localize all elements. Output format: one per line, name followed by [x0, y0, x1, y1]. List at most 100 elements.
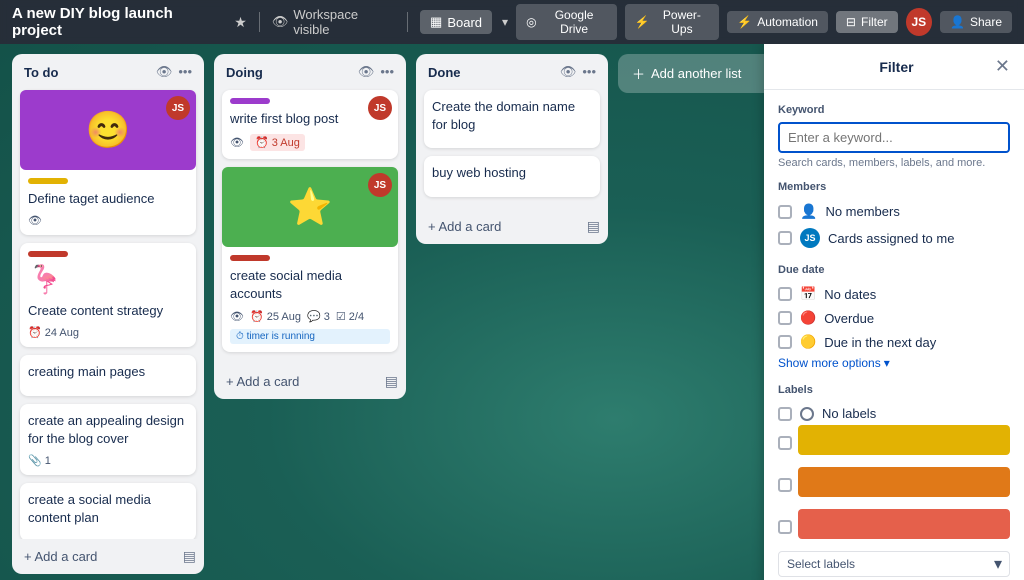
yellow-label-swatch[interactable]: [798, 425, 1010, 455]
card-title: buy web hosting: [432, 164, 592, 182]
keyword-input[interactable]: [778, 122, 1010, 153]
card-title: Define taget audience: [28, 190, 188, 208]
red-label-row[interactable]: [778, 509, 1010, 545]
card[interactable]: ⭐create social media accountsJS👁⏰ 25 Aug…: [222, 167, 398, 351]
filter-button[interactable]: ⊟ Filter: [836, 11, 898, 33]
card-label: [230, 98, 270, 104]
template-icon[interactable]: ▤: [385, 373, 398, 390]
overdue-checkbox[interactable]: [778, 311, 792, 325]
add-list-button[interactable]: ＋ Add another list: [618, 54, 778, 93]
no-labels-option[interactable]: No labels: [778, 402, 1010, 425]
no-dates-label: No dates: [824, 287, 876, 302]
list-title: To do: [24, 65, 156, 80]
list-header-done: Done 👁 •••: [416, 54, 608, 86]
keyword-label: Keyword: [778, 104, 1010, 116]
card-avatar: JS: [368, 173, 392, 197]
card[interactable]: create an appealing design for the blog …: [20, 404, 196, 475]
template-icon[interactable]: ▤: [183, 548, 196, 565]
board-icon: ▦: [430, 14, 442, 30]
card-watch-icon: 👁: [230, 136, 244, 149]
eye-icon[interactable]: 👁: [358, 64, 375, 80]
google-drive-button[interactable]: ◎ Google Drive: [516, 4, 617, 40]
card[interactable]: 😊Define taget audienceJS👁: [20, 90, 196, 235]
more-icon[interactable]: •••: [380, 64, 394, 80]
select-labels-dropdown[interactable]: Select labels: [778, 551, 1010, 577]
members-label: Members: [778, 181, 1010, 193]
no-dates-option[interactable]: 📅 No dates: [778, 282, 1010, 306]
eye-icon[interactable]: 👁: [560, 64, 577, 80]
automation-button[interactable]: ⚡ Automation: [727, 11, 828, 33]
card-title: Create content strategy: [28, 302, 188, 320]
no-members-label: No members: [825, 204, 899, 219]
chevron-down-icon[interactable]: ▾: [502, 15, 508, 29]
no-labels-checkbox[interactable]: [778, 407, 792, 421]
card-label: [28, 178, 68, 184]
more-icon[interactable]: •••: [178, 64, 192, 80]
board-view-button[interactable]: ▦ Board: [420, 10, 492, 34]
board-label: Board: [447, 15, 482, 30]
orange-label-swatch[interactable]: [798, 467, 1010, 497]
template-icon[interactable]: ▤: [587, 218, 600, 235]
add-card-button[interactable]: + Add a card: [20, 545, 101, 568]
red-label-swatch[interactable]: [798, 509, 1010, 539]
yellow-label-row[interactable]: [778, 425, 1010, 461]
card-date: ⏰ 24 Aug: [28, 326, 79, 339]
filter-close-button[interactable]: ✕: [995, 56, 1010, 77]
share-button[interactable]: 👤 Share: [940, 11, 1012, 33]
card-watch-icon: 👁: [230, 310, 244, 323]
no-members-option[interactable]: 👤 No members: [778, 199, 1010, 224]
filter-icon: ⊟: [846, 15, 856, 29]
card-meta: ⏰ 24 Aug: [28, 326, 188, 339]
add-card-button[interactable]: + Add a card: [222, 370, 303, 393]
plus-icon: ＋: [632, 64, 645, 83]
no-label-icon: [800, 407, 814, 421]
orange-label-checkbox[interactable]: [778, 478, 792, 492]
power-ups-button[interactable]: ⚡ Power-Ups: [625, 4, 720, 40]
next-day-option[interactable]: 🟡 Due in the next day: [778, 330, 1010, 354]
cards-assigned-checkbox[interactable]: [778, 231, 792, 245]
card[interactable]: write first blog postJS👁⏰ 3 Aug: [222, 90, 398, 159]
list-header-doing: Doing 👁 •••: [214, 54, 406, 86]
card-comments: 💬 3: [307, 310, 330, 323]
yellow-label-checkbox[interactable]: [778, 436, 792, 450]
card[interactable]: creating main pages: [20, 355, 196, 395]
card-avatar: JS: [166, 96, 190, 120]
no-labels-label: No labels: [822, 406, 876, 421]
list-footer-done: + Add a card ▤: [416, 209, 608, 244]
no-members-checkbox[interactable]: [778, 205, 792, 219]
app-header: A new DIY blog launch project ★ 👁 Worksp…: [0, 0, 1024, 44]
add-card-button[interactable]: + Add a card: [424, 215, 505, 238]
overdue-option[interactable]: 🔴 Overdue: [778, 306, 1010, 330]
star-icon[interactable]: ★: [234, 14, 247, 31]
calendar-icon: 📅: [800, 286, 816, 302]
card[interactable]: create a social media content plan: [20, 483, 196, 539]
red-label-checkbox[interactable]: [778, 520, 792, 534]
next-day-icon: 🟡: [800, 334, 816, 350]
next-day-checkbox[interactable]: [778, 335, 792, 349]
person-icon: 👤: [800, 203, 817, 220]
list-cards-done: Create the domain name for blog buy web h…: [416, 86, 608, 209]
separator2: [407, 12, 408, 32]
card-emoji: 🦩: [28, 263, 188, 296]
list-title: Doing: [226, 65, 358, 80]
list-doing: Doing 👁 ••• write first blog postJS👁⏰ 3 …: [214, 54, 406, 399]
list-header-icons: 👁 •••: [358, 64, 394, 80]
no-dates-checkbox[interactable]: [778, 287, 792, 301]
more-icon[interactable]: •••: [582, 64, 596, 80]
card[interactable]: buy web hosting: [424, 156, 600, 196]
eye-icon[interactable]: 👁: [156, 64, 173, 80]
list-header-icons: 👁 •••: [156, 64, 192, 80]
orange-label-row[interactable]: [778, 467, 1010, 503]
avatar[interactable]: JS: [906, 8, 932, 36]
list-footer-doing: + Add a card ▤: [214, 364, 406, 399]
labels-section-title: Labels: [778, 384, 1010, 396]
cards-assigned-option[interactable]: JS Cards assigned to me: [778, 224, 1010, 252]
workspace-button[interactable]: 👁 Workspace visible: [272, 7, 395, 37]
member-avatar: JS: [800, 228, 820, 248]
members-section: Members 👤 No members JS Cards assigned t…: [778, 181, 1010, 252]
show-more-button[interactable]: Show more options ▾: [778, 354, 890, 372]
card[interactable]: Create the domain name for blog: [424, 90, 600, 148]
list-header-icons: 👁 •••: [560, 64, 596, 80]
card[interactable]: 🦩 Create content strategy ⏰ 24 Aug: [20, 243, 196, 347]
filter-header: Filter ✕: [764, 44, 1024, 90]
